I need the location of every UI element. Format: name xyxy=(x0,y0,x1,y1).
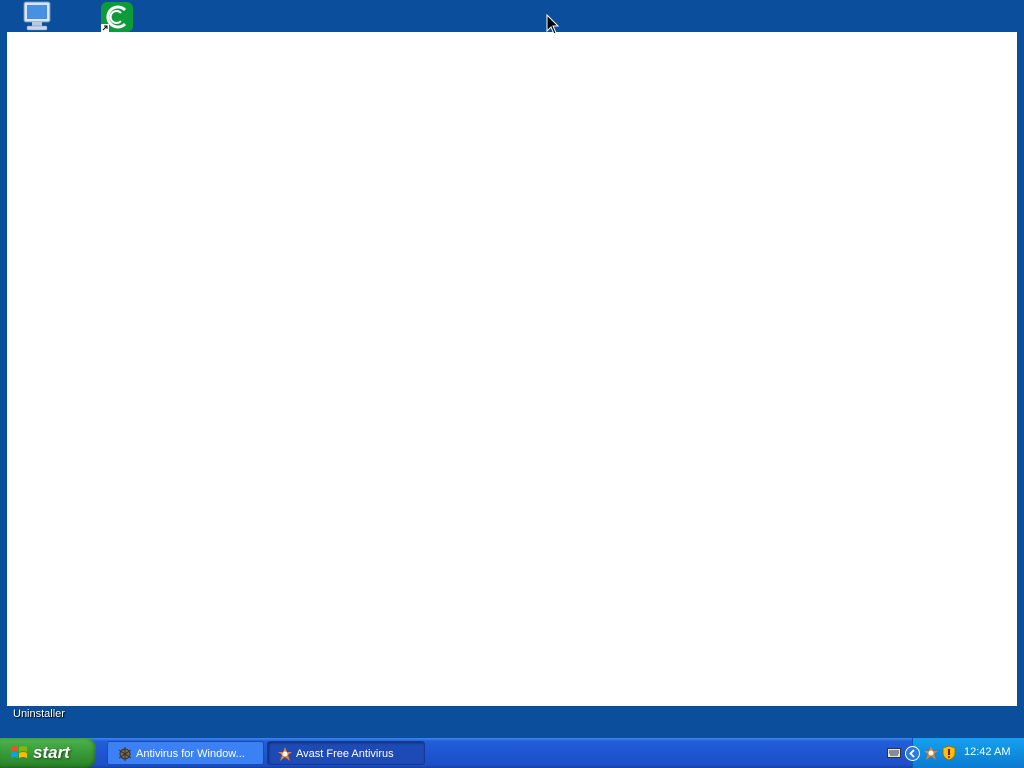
start-button[interactable]: start xyxy=(0,738,96,768)
taskbar-item-antivirus[interactable]: Antivirus for Window... xyxy=(107,741,264,765)
taskbar-item-label: Avast Free Antivirus xyxy=(296,748,394,760)
desktop: Uninstaller xyxy=(0,0,1024,738)
computer-icon[interactable] xyxy=(18,0,58,32)
avast-icon xyxy=(278,747,292,761)
mouse-cursor-icon xyxy=(546,13,560,36)
keyboard-icon[interactable] xyxy=(887,748,901,758)
taskbar-item-avast[interactable]: Avast Free Antivirus xyxy=(267,741,425,765)
taskbar-item-label: Antivirus for Window... xyxy=(136,748,245,760)
start-label: start xyxy=(33,743,70,762)
taskbar: start Antivirus for Window... Avast Free… xyxy=(0,738,1024,768)
avast-tray-icon[interactable] xyxy=(923,745,939,761)
uninstaller-label[interactable]: Uninstaller xyxy=(13,708,65,720)
shortcut-app-icon[interactable] xyxy=(97,0,137,32)
expand-chevron-icon[interactable] xyxy=(905,746,920,761)
security-shield-icon[interactable] xyxy=(941,745,957,761)
windows-logo-icon xyxy=(11,746,27,758)
clock[interactable]: 12:42 AM xyxy=(964,746,1010,758)
blank-window[interactable] xyxy=(7,32,1017,706)
antivirus-icon xyxy=(118,747,132,761)
